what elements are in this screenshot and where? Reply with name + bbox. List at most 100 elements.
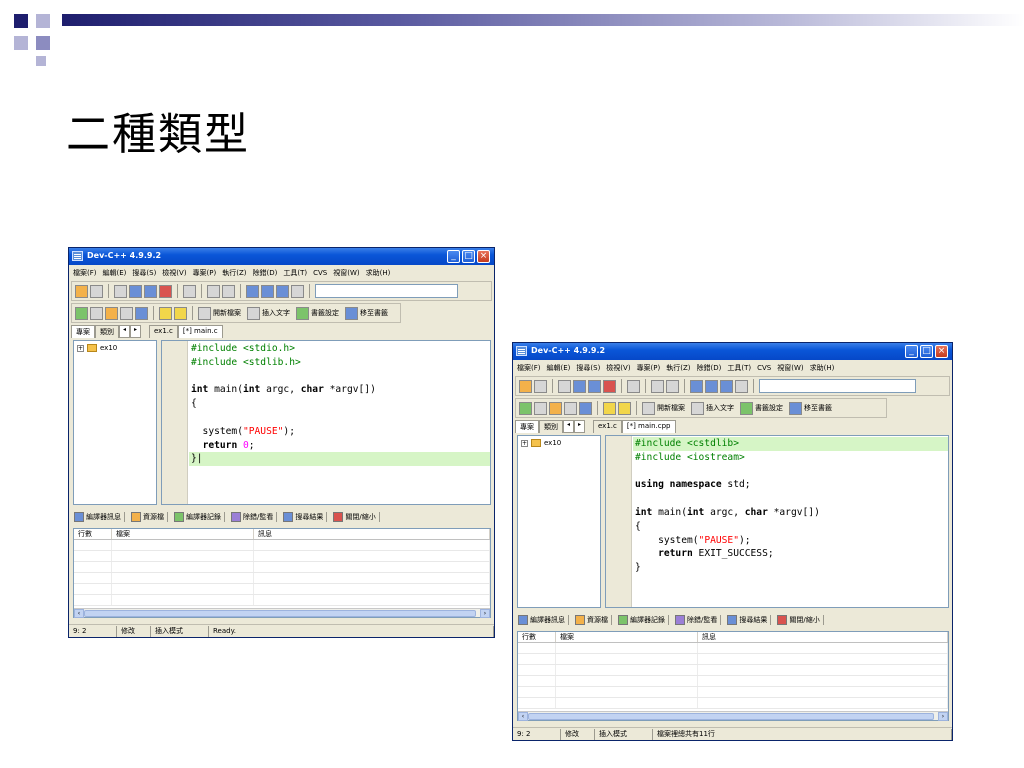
new-file-button[interactable]: 開新檔案 bbox=[213, 308, 241, 318]
save-all-icon[interactable] bbox=[588, 379, 601, 393]
file-tab[interactable]: ex1.c bbox=[149, 325, 178, 338]
menu-item[interactable]: 除錯(D) bbox=[697, 363, 722, 373]
menu-item[interactable]: 檔案(F) bbox=[517, 363, 541, 373]
goto-bookmark-button[interactable]: 移至書籤 bbox=[360, 308, 388, 318]
help-icon[interactable] bbox=[603, 401, 616, 415]
menu-item[interactable]: 專案(P) bbox=[193, 268, 217, 278]
horizontal-scrollbar[interactable]: ‹ › bbox=[74, 608, 490, 618]
rebuild-icon[interactable] bbox=[564, 401, 577, 415]
grid-header-file[interactable]: 檔案 bbox=[556, 632, 698, 642]
tab-compiler-messages[interactable]: 編譯器訊息 bbox=[515, 615, 569, 625]
open-project-icon[interactable] bbox=[90, 284, 103, 298]
new-file-icon[interactable] bbox=[114, 284, 127, 298]
scroll-thumb[interactable] bbox=[528, 713, 934, 720]
code-editor[interactable]: #include <cstdlib> #include <iostream> usi… bbox=[605, 435, 949, 608]
maximize-button[interactable]: □ bbox=[920, 345, 933, 358]
tab-compile-log[interactable]: 編譯器記錄 bbox=[615, 615, 669, 625]
menu-item[interactable]: 搜尋(S) bbox=[132, 268, 156, 278]
check-icon[interactable] bbox=[135, 306, 148, 320]
close-button[interactable]: × bbox=[935, 345, 948, 358]
file-tab[interactable]: ex1.c bbox=[593, 420, 622, 433]
tab-scroll-right-icon[interactable]: ▸ bbox=[574, 420, 585, 433]
menu-item[interactable]: 執行(Z) bbox=[666, 363, 690, 373]
grid-header-line[interactable]: 行數 bbox=[518, 632, 556, 642]
tab-close-panel[interactable]: 關閉/縮小 bbox=[774, 615, 824, 625]
undo-icon[interactable] bbox=[651, 379, 664, 393]
window-titlebar[interactable]: Dev-C++ 4.9.9.2 _ □ × bbox=[69, 248, 494, 265]
menu-item[interactable]: CVS bbox=[313, 269, 327, 277]
scroll-thumb[interactable] bbox=[84, 610, 476, 617]
new-project-icon[interactable] bbox=[75, 284, 88, 298]
compiler-messages-grid[interactable]: 行數 檔案 訊息 ‹ › bbox=[517, 631, 949, 721]
run-icon[interactable] bbox=[534, 401, 547, 415]
grid-header-line[interactable]: 行數 bbox=[74, 529, 112, 539]
menu-item[interactable]: 視窗(W) bbox=[333, 268, 359, 278]
file-tab[interactable]: [*] main.c bbox=[177, 325, 223, 338]
window-titlebar[interactable]: Dev-C++ 4.9.9.2 _ □ × bbox=[513, 343, 952, 360]
tab-resources[interactable]: 資源檔 bbox=[128, 512, 168, 522]
tab-scroll-left-icon[interactable]: ◂ bbox=[119, 325, 130, 338]
project-tree[interactable]: + ex10 bbox=[517, 435, 601, 608]
compile-run-icon[interactable] bbox=[105, 306, 118, 320]
about-icon[interactable] bbox=[174, 306, 187, 320]
tab-compiler-messages[interactable]: 編譯器訊息 bbox=[71, 512, 125, 522]
redo-icon[interactable] bbox=[666, 379, 679, 393]
save-all-icon[interactable] bbox=[144, 284, 157, 298]
scroll-right-icon[interactable]: › bbox=[480, 609, 490, 618]
code-area[interactable]: #include <cstdlib> #include <iostream> usi… bbox=[633, 437, 948, 575]
tab-scroll-left-icon[interactable]: ◂ bbox=[563, 420, 574, 433]
grid-header-message[interactable]: 訊息 bbox=[698, 632, 948, 642]
tab-classes[interactable]: 類別 bbox=[95, 325, 119, 338]
menu-item[interactable]: 編輯(E) bbox=[103, 268, 127, 278]
tree-item-project[interactable]: + ex10 bbox=[518, 436, 600, 450]
tab-classes[interactable]: 類別 bbox=[539, 420, 563, 433]
about-icon[interactable] bbox=[618, 401, 631, 415]
project-tree[interactable]: + ex10 bbox=[73, 340, 157, 505]
print-icon[interactable] bbox=[183, 284, 196, 298]
toolbar-search-input[interactable] bbox=[759, 379, 916, 393]
tab-search-results[interactable]: 搜尋結果 bbox=[724, 615, 772, 625]
menu-item[interactable]: 專案(P) bbox=[637, 363, 661, 373]
print-icon[interactable] bbox=[627, 379, 640, 393]
menu-item[interactable]: 除錯(D) bbox=[253, 268, 278, 278]
compiler-messages-grid[interactable]: 行數 檔案 訊息 ‹ › bbox=[73, 528, 491, 618]
tab-search-results[interactable]: 搜尋結果 bbox=[280, 512, 328, 522]
close-button[interactable]: × bbox=[477, 250, 490, 263]
horizontal-scrollbar[interactable]: ‹ › bbox=[518, 711, 948, 721]
replace-icon[interactable] bbox=[261, 284, 274, 298]
tree-item-project[interactable]: + ex10 bbox=[74, 341, 156, 355]
tab-project[interactable]: 專案 bbox=[515, 420, 539, 433]
tab-close-panel[interactable]: 關閉/縮小 bbox=[330, 512, 380, 522]
menu-item[interactable]: 檔案(F) bbox=[73, 268, 97, 278]
check-icon[interactable] bbox=[579, 401, 592, 415]
replace-icon[interactable] bbox=[705, 379, 718, 393]
find-icon[interactable] bbox=[690, 379, 703, 393]
expand-icon[interactable]: + bbox=[77, 344, 84, 352]
find-next-icon[interactable] bbox=[276, 284, 289, 298]
menu-item[interactable]: 視窗(W) bbox=[777, 363, 803, 373]
open-project-icon[interactable] bbox=[534, 379, 547, 393]
find-next-icon[interactable] bbox=[720, 379, 733, 393]
minimize-button[interactable]: _ bbox=[447, 250, 460, 263]
scroll-left-icon[interactable]: ‹ bbox=[74, 609, 84, 618]
compile-run-icon[interactable] bbox=[549, 401, 562, 415]
tab-compile-log[interactable]: 編譯器記錄 bbox=[171, 512, 225, 522]
close-file-icon[interactable] bbox=[159, 284, 172, 298]
close-file-icon[interactable] bbox=[603, 379, 616, 393]
minimize-button[interactable]: _ bbox=[905, 345, 918, 358]
menu-item[interactable]: 工具(T) bbox=[283, 268, 307, 278]
menu-item[interactable]: 編輯(E) bbox=[547, 363, 571, 373]
help-icon[interactable] bbox=[159, 306, 172, 320]
grid-header-message[interactable]: 訊息 bbox=[254, 529, 490, 539]
rebuild-icon[interactable] bbox=[120, 306, 133, 320]
goto-line-icon[interactable] bbox=[735, 379, 748, 393]
set-bookmark-button[interactable]: 書籤設定 bbox=[311, 308, 339, 318]
menu-item[interactable]: CVS bbox=[757, 364, 771, 372]
expand-icon[interactable]: + bbox=[521, 439, 528, 447]
menu-item[interactable]: 檢視(V) bbox=[606, 363, 630, 373]
tab-project[interactable]: 專案 bbox=[71, 325, 95, 338]
goto-bookmark-button[interactable]: 移至書籤 bbox=[804, 403, 832, 413]
scroll-left-icon[interactable]: ‹ bbox=[518, 712, 528, 721]
menu-item[interactable]: 求助(H) bbox=[810, 363, 835, 373]
code-editor[interactable]: #include <stdio.h> #include <stdlib.h> int… bbox=[161, 340, 491, 505]
